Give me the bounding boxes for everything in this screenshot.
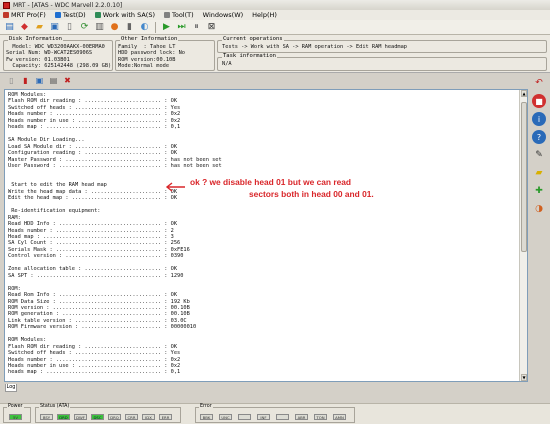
right-toolbar: ↶ ■ i ? ✎ ▰ ✚ ◑ xyxy=(530,76,548,216)
mrt-icon xyxy=(3,12,9,18)
status-flag-drq: DRQ xyxy=(108,414,121,420)
step-icon[interactable]: ⏭ xyxy=(175,21,188,34)
menu-bar: MRT Pro(F) Test(D) Work with SA(S) Tool(… xyxy=(0,10,550,20)
status-flag-dsc: DSC xyxy=(91,414,104,420)
status-flag-err: ERR xyxy=(159,414,172,420)
new-log-icon[interactable]: ▯ xyxy=(6,75,17,86)
ata-status-group: Status (ATA) BSY DRD DWF DSC DRQ CRR IDX… xyxy=(35,404,181,423)
print-icon[interactable]: ▤ xyxy=(48,75,59,86)
bookmark-icon[interactable]: ▮ xyxy=(123,21,136,34)
main-toolbar: ▤ ◆ ▰ ▣ ▯ ⟳ ▥ ● ▮ ◐ ▶ ⏭ ⏸ ⊠ xyxy=(0,20,550,35)
scroll-up-arrow[interactable]: ▲ xyxy=(521,90,527,97)
annotation-line-2: sectors both in head 00 and 01. xyxy=(249,189,374,199)
error-flag-amn: AMN xyxy=(333,414,346,420)
log-output[interactable]: ROM Modules: Flash ROM dir reading : ....… xyxy=(4,89,528,382)
status-bar: Power 5V Status (ATA) BSY DRD DWF DSC DR… xyxy=(0,403,550,424)
menu-work-with-sa[interactable]: Work with SA(S) xyxy=(94,11,155,19)
edit-icon[interactable]: ✎ xyxy=(532,148,546,162)
disk-select-icon[interactable]: ▤ xyxy=(3,21,16,34)
pdf-icon[interactable]: ▮ xyxy=(20,75,31,86)
stop-icon[interactable]: ■ xyxy=(532,94,546,108)
menu-test[interactable]: Test(D) xyxy=(54,11,86,19)
menu-windows[interactable]: Windows(W) xyxy=(203,11,244,19)
info-panel: Disk Information Model: WDC WD3200AAKX-0… xyxy=(0,35,550,73)
mode-icon[interactable]: ◆ xyxy=(18,21,31,34)
power-group: Power 5V xyxy=(3,404,31,423)
document-icon[interactable]: ▯ xyxy=(63,21,76,34)
scroll-down-arrow[interactable]: ▼ xyxy=(521,374,527,381)
mode: Mode:Normal mode xyxy=(118,63,170,70)
app-icon xyxy=(3,1,10,9)
note-icon[interactable]: ▰ xyxy=(532,166,546,180)
sa-icon xyxy=(94,12,101,18)
help-circle-icon[interactable]: ? xyxy=(532,130,546,144)
disk-capacity: Capacity: 625142448 (298.09 GB) xyxy=(6,63,112,70)
circle-icon[interactable]: ◐ xyxy=(138,21,151,34)
title-bar: MRT - [ATAS - WDC Marvell 2.2.0.10] xyxy=(0,0,550,10)
menu-tool[interactable]: Tool(T) xyxy=(163,11,194,19)
tab-log[interactable]: Log xyxy=(5,384,17,392)
close-icon[interactable]: ⊠ xyxy=(205,21,218,34)
log-toolbar: ▯ ▮ ▣ ▤ ✖ xyxy=(0,73,110,87)
info-icon[interactable]: ▥ xyxy=(93,21,106,34)
log-line: ROM Firmware version : .................… xyxy=(8,324,197,331)
menu-help[interactable]: Help(H) xyxy=(252,11,277,19)
power-5v-indicator: 5V xyxy=(9,414,22,420)
save-log-icon[interactable]: ▣ xyxy=(34,75,45,86)
status-flag-dwf: DWF xyxy=(74,414,87,420)
log-text: ROM Modules: Flash ROM dir reading : ....… xyxy=(8,92,222,381)
error-flag-bbk: BBK xyxy=(200,414,213,420)
error-flag-blank-2 xyxy=(276,414,289,420)
disk-information-group: Disk Information Model: WDC WD3200AAKX-0… xyxy=(3,36,113,71)
folder-icon[interactable]: ▰ xyxy=(33,21,46,34)
scroll-thumb[interactable] xyxy=(521,102,527,252)
toolbar-separator xyxy=(155,21,156,33)
error-flag-inf: INF xyxy=(257,414,270,420)
error-flag-abr: ABR xyxy=(295,414,308,420)
annotation-line-1: ok ? we disable head 01 but we can read xyxy=(190,177,352,187)
status-flag-crr: CRR xyxy=(125,414,138,420)
error-flag-blank-1 xyxy=(238,414,251,420)
pause-icon[interactable]: ⏸ xyxy=(190,21,203,34)
current-operations-group: Current operations Tests -> Work with SA… xyxy=(217,36,547,53)
play-icon[interactable]: ▶ xyxy=(160,21,173,34)
log-line: User Password : ........................… xyxy=(8,162,222,169)
annotation-arrow xyxy=(165,182,185,192)
undo-icon[interactable]: ↶ xyxy=(532,76,546,90)
tool-icon xyxy=(163,12,170,18)
clear-log-icon[interactable]: ✖ xyxy=(62,75,73,86)
log-line: ROM generation : .......................… xyxy=(8,311,190,318)
task-info: N/A xyxy=(222,61,232,67)
status-flag-drd: DRD xyxy=(57,414,70,420)
refresh-icon[interactable]: ⟳ xyxy=(78,21,91,34)
current-operation: Tests -> Work with SA -> RAM operation -… xyxy=(222,44,407,50)
error-flag-unc: UNC xyxy=(219,414,232,420)
status-flag-idx: IDX xyxy=(142,414,155,420)
error-group: Error BBK UNC INF ABR TON AMN xyxy=(195,404,355,423)
error-flag-ton: TON xyxy=(314,414,327,420)
save-icon[interactable]: ▣ xyxy=(48,21,61,34)
firefox-icon[interactable]: ● xyxy=(108,21,121,34)
menu-mrt-pro[interactable]: MRT Pro(F) xyxy=(3,11,46,19)
status-flag-bsy: BSY xyxy=(40,414,53,420)
puzzle-icon[interactable]: ✚ xyxy=(532,184,546,198)
test-icon xyxy=(54,12,61,18)
other-information-group: Other Information Family : Tahoe LT HDD … xyxy=(115,36,215,71)
log-scrollbar[interactable]: ▲ ▼ xyxy=(519,90,527,381)
window-title: MRT - [ATAS - WDC Marvell 2.2.0.10] xyxy=(13,1,123,9)
info-circle-icon[interactable]: i xyxy=(532,112,546,126)
chart-icon[interactable]: ◑ xyxy=(532,202,546,216)
task-information-group: Task information N/A xyxy=(217,53,547,71)
log-line: ROM Data Size : ........................… xyxy=(8,298,190,305)
